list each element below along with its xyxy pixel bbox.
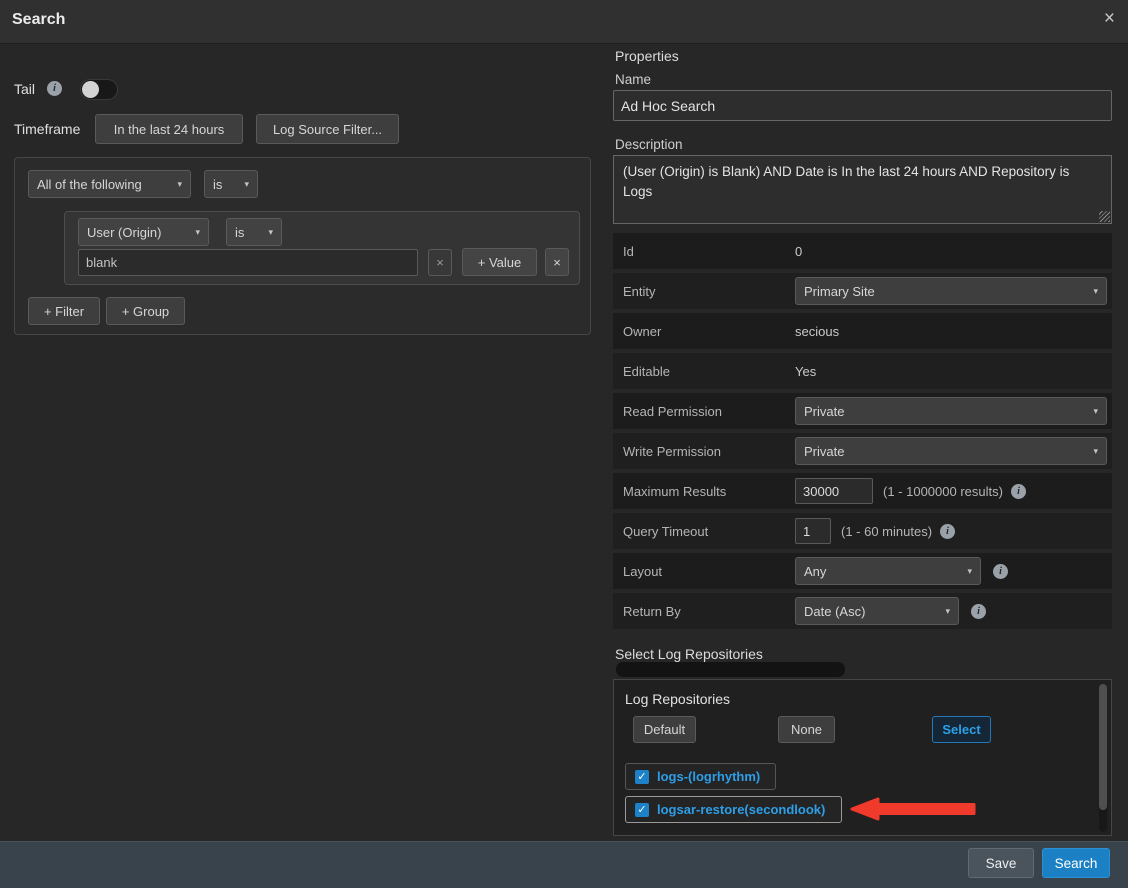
chevron-down-icon: ▾ xyxy=(236,179,249,190)
rule-field-value: User (Origin) xyxy=(87,225,161,240)
query-timeout-input[interactable] xyxy=(795,518,831,544)
property-row-write-permission: Write Permission Private ▾ xyxy=(613,433,1112,469)
log-repositories-heading: Log Repositories xyxy=(625,691,730,707)
info-icon[interactable]: i xyxy=(971,604,986,619)
property-row-editable: Editable Yes xyxy=(613,353,1112,389)
write-permission-select[interactable]: Private ▾ xyxy=(795,437,1107,465)
dialog-header: Search × xyxy=(0,0,1128,44)
property-label: Return By xyxy=(613,604,795,619)
property-value: 0 xyxy=(795,244,802,259)
read-permission-select[interactable]: Private ▾ xyxy=(795,397,1107,425)
tail-toggle[interactable] xyxy=(80,79,118,100)
chevron-down-icon: ▾ xyxy=(260,227,273,238)
add-group-button[interactable]: + Group xyxy=(106,297,185,325)
timeframe-label: Timeframe xyxy=(14,121,80,137)
group-operator-value: All of the following xyxy=(37,177,142,192)
select-button[interactable]: Select xyxy=(932,716,991,743)
property-value: Yes xyxy=(795,364,816,379)
layout-select-value: Any xyxy=(804,564,826,579)
search-button[interactable]: Search xyxy=(1042,848,1110,878)
rule-field-select[interactable]: User (Origin) ▾ xyxy=(78,218,209,246)
write-permission-value: Private xyxy=(804,444,844,459)
log-source-filter-button[interactable]: Log Source Filter... xyxy=(256,114,399,144)
property-label: Entity xyxy=(613,284,795,299)
name-label: Name xyxy=(615,72,651,87)
checkbox-checked-icon[interactable]: ✓ xyxy=(635,770,649,784)
return-by-select[interactable]: Date (Asc) ▾ xyxy=(795,597,959,625)
rule-verb-value: is xyxy=(235,225,244,240)
dialog-title: Search xyxy=(12,11,65,29)
property-label: Maximum Results xyxy=(613,484,795,499)
add-value-button[interactable]: + Value xyxy=(462,248,537,276)
group-verb-value: is xyxy=(213,177,222,192)
rule-value-input[interactable] xyxy=(78,249,418,276)
property-label: Query Timeout xyxy=(613,524,795,539)
info-icon[interactable]: i xyxy=(993,564,1008,579)
search-dialog: Search × Tail i Timeframe In the last 24… xyxy=(0,0,1128,888)
read-permission-value: Private xyxy=(804,404,844,419)
property-label: Owner xyxy=(613,324,795,339)
layout-select[interactable]: Any ▾ xyxy=(795,557,981,585)
horizontal-scrollbar[interactable] xyxy=(616,662,845,677)
entity-select-value: Primary Site xyxy=(804,284,875,299)
chevron-down-icon: ▾ xyxy=(169,179,182,190)
close-icon[interactable]: × xyxy=(1104,9,1115,28)
chevron-down-icon: ▾ xyxy=(1085,406,1098,417)
property-label: Layout xyxy=(613,564,795,579)
dialog-footer xyxy=(0,841,1128,888)
property-value: secious xyxy=(795,324,839,339)
repository-item-logsar-restore-secondlook[interactable]: ✓ logsar-restore(secondlook) xyxy=(625,796,842,823)
maximum-results-hint: (1 - 1000000 results) xyxy=(883,484,1003,499)
return-by-value: Date (Asc) xyxy=(804,604,865,619)
tail-info-icon[interactable]: i xyxy=(47,81,62,96)
select-log-repositories-title: Select Log Repositories xyxy=(615,646,763,662)
property-label: Write Permission xyxy=(613,444,795,459)
property-row-entity: Entity Primary Site ▾ xyxy=(613,273,1112,309)
add-filter-button[interactable]: + Filter xyxy=(28,297,100,325)
default-button[interactable]: Default xyxy=(633,716,696,743)
group-operator-select[interactable]: All of the following ▾ xyxy=(28,170,191,198)
vertical-scrollbar[interactable] xyxy=(1099,684,1107,832)
property-row-return-by: Return By Date (Asc) ▾ i xyxy=(613,593,1112,629)
maximum-results-input[interactable] xyxy=(795,478,873,504)
properties-title: Properties xyxy=(615,48,679,64)
toggle-knob xyxy=(82,81,99,98)
property-row-query-timeout: Query Timeout (1 - 60 minutes) i xyxy=(613,513,1112,549)
scrollbar-thumb[interactable] xyxy=(1099,684,1107,810)
chevron-down-icon: ▾ xyxy=(1085,286,1098,297)
property-label: Editable xyxy=(613,364,795,379)
name-input[interactable] xyxy=(613,90,1112,121)
timeframe-button[interactable]: In the last 24 hours xyxy=(95,114,243,144)
remove-value-button[interactable]: × xyxy=(428,249,452,276)
repository-label: logsar-restore(secondlook) xyxy=(657,802,825,817)
property-row-maximum-results: Maximum Results (1 - 1000000 results) i xyxy=(613,473,1112,509)
info-icon[interactable]: i xyxy=(940,524,955,539)
query-timeout-hint: (1 - 60 minutes) xyxy=(841,524,932,539)
description-label: Description xyxy=(615,137,683,152)
repository-label: logs-(logrhythm) xyxy=(657,769,760,784)
chevron-down-icon: ▾ xyxy=(959,566,972,577)
chevron-down-icon: ▾ xyxy=(1085,446,1098,457)
property-row-read-permission: Read Permission Private ▾ xyxy=(613,393,1112,429)
save-button[interactable]: Save xyxy=(968,848,1034,878)
property-row-layout: Layout Any ▾ i xyxy=(613,553,1112,589)
group-verb-select[interactable]: is ▾ xyxy=(204,170,258,198)
checkbox-checked-icon[interactable]: ✓ xyxy=(635,803,649,817)
chevron-down-icon: ▾ xyxy=(187,227,200,238)
property-label: Id xyxy=(613,244,795,259)
info-icon[interactable]: i xyxy=(1011,484,1026,499)
tail-label: Tail xyxy=(14,81,35,97)
description-textarea[interactable]: (User (Origin) is Blank) AND Date is In … xyxy=(613,155,1112,224)
property-row-id: Id 0 xyxy=(613,233,1112,269)
properties-table: Id 0 Entity Primary Site ▾ Owner secious… xyxy=(613,233,1112,633)
property-row-owner: Owner secious xyxy=(613,313,1112,349)
entity-select[interactable]: Primary Site ▾ xyxy=(795,277,1107,305)
repository-item-logs-logrhythm[interactable]: ✓ logs-(logrhythm) xyxy=(625,763,776,790)
property-label: Read Permission xyxy=(613,404,795,419)
remove-rule-button[interactable]: × xyxy=(545,248,569,276)
rule-verb-select[interactable]: is ▾ xyxy=(226,218,282,246)
none-button[interactable]: None xyxy=(778,716,835,743)
chevron-down-icon: ▾ xyxy=(937,606,950,617)
